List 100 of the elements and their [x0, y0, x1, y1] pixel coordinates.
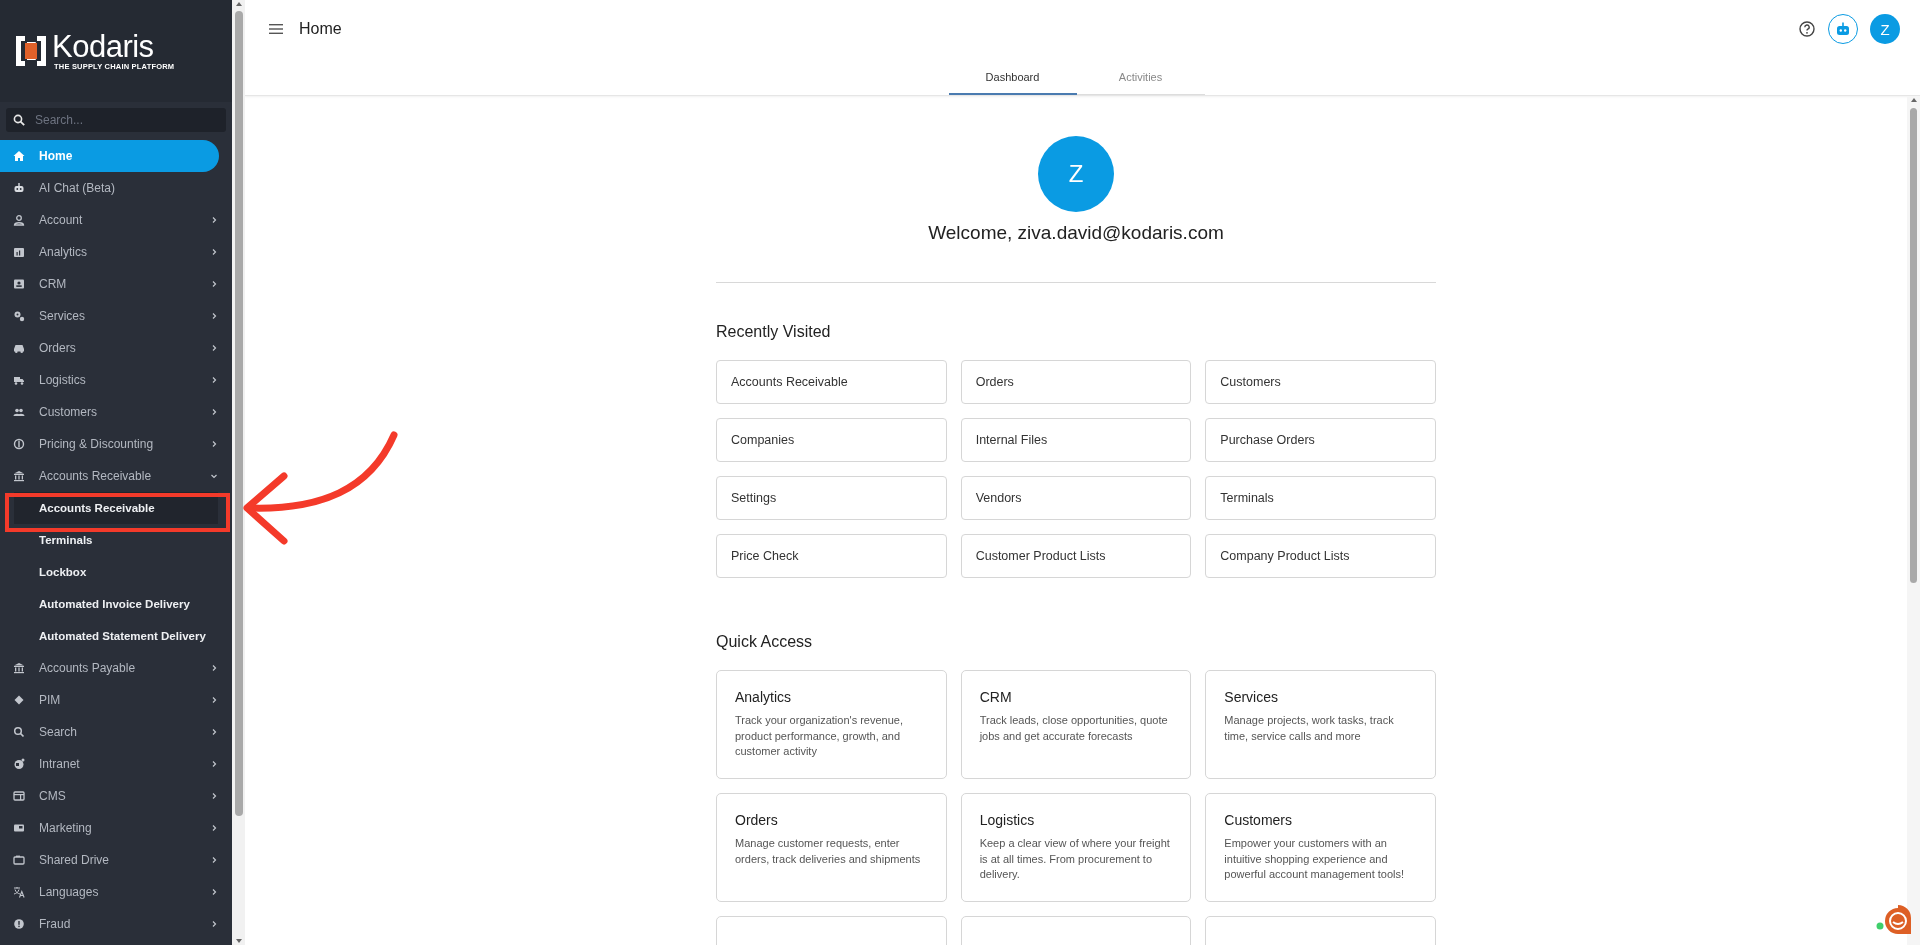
recent-link[interactable]: Settings	[716, 476, 947, 520]
quick-access-card[interactable]: Services Manage projects, work tasks, track time, service calls and more	[1205, 670, 1436, 779]
person-icon	[13, 214, 25, 226]
chevron-right-icon	[210, 408, 218, 416]
chevron-right-icon	[210, 344, 218, 352]
recent-link[interactable]: Terminals	[1205, 476, 1436, 520]
translate-icon	[13, 886, 25, 898]
nav-item[interactable]: Services	[0, 300, 232, 332]
nav-item[interactable]: Orders	[0, 332, 232, 364]
nav-item[interactable]: PIM	[0, 684, 232, 716]
nav-item[interactable]: Logistics	[0, 364, 232, 396]
quick-access-card[interactable]: Logistics Keep a clear view of where your freight is at all times. From procurement to delivery.	[960, 793, 1192, 902]
nav-item[interactable]: Intranet	[0, 748, 232, 780]
chevron-right-icon	[210, 216, 218, 224]
magnifier-icon	[13, 726, 25, 738]
tab[interactable]: Activities	[1076, 58, 1205, 95]
card-description: Track your organization's revenue, product performance, growth, and customer activity	[735, 713, 904, 759]
recent-link[interactable]: Customer Product Lists	[960, 534, 1192, 578]
robot-icon	[13, 182, 25, 194]
nav-item[interactable]: Search	[0, 716, 232, 748]
chevron-right-icon	[210, 248, 218, 256]
chevron-right-icon	[210, 728, 218, 736]
scrollbar-thumb[interactable]	[234, 11, 243, 816]
menu-icon[interactable]	[269, 23, 285, 35]
nav-item[interactable]: Accounts Receivable	[0, 460, 232, 492]
quick-access-card[interactable]: Analytics Track your organization's revenue, product performance, growth, and customer activity	[716, 670, 947, 779]
nav-item[interactable]: Customers	[0, 396, 232, 428]
recent-link[interactable]: Companies	[716, 418, 947, 462]
scrollbar-thumb[interactable]	[1910, 108, 1917, 583]
card-title: Orders	[735, 812, 779, 828]
page-title: Home	[299, 20, 343, 38]
quick-access-card[interactable]: Orders Manage customer requests, enter orders, track deliveries and shipments	[716, 793, 947, 902]
recent-link[interactable]: Vendors	[960, 476, 1192, 520]
recent-link[interactable]: Customers	[1205, 360, 1436, 404]
scroll-down-icon	[234, 937, 243, 945]
recent-link[interactable]: Accounts Receivable	[716, 360, 947, 404]
nav-item[interactable]: Fraud	[0, 908, 232, 940]
card-description: Empower your customers with an intuitive shopping experience and powerful account management tools!	[1224, 836, 1406, 882]
scrollbar[interactable]	[232, 0, 245, 945]
recent-link[interactable]: Price Check	[716, 534, 947, 578]
nav-item[interactable]: Shared Drive	[0, 844, 232, 876]
card-title: Services	[1224, 689, 1279, 705]
nav-subitem[interactable]: Terminals	[0, 524, 218, 556]
user-avatar: Z	[1038, 136, 1114, 212]
nav-item[interactable]: CMS	[0, 780, 232, 812]
nav-item[interactable]: AI Chat (Beta)	[0, 172, 232, 204]
card-title: Logistics	[979, 812, 1036, 828]
quick-access-card[interactable]: CRM Track leads, close opportunities, quote jobs and get accurate forecasts	[960, 670, 1192, 779]
chevron-right-icon	[210, 664, 218, 672]
search-field[interactable]: Search...	[6, 108, 226, 132]
nav-subitem[interactable]: Automated Invoice Delivery	[0, 588, 218, 620]
recent-link[interactable]: Orders	[960, 360, 1192, 404]
nav-item[interactable]: CRM	[0, 268, 232, 300]
card-description: Manage projects, work tasks, track time, service calls and more	[1224, 713, 1395, 744]
chevron-right-icon	[210, 792, 218, 800]
recent-link[interactable]: Purchase Orders	[1205, 418, 1436, 462]
quick-access-card[interactable]: Customers Empower your customers with an intuitive shopping experience and powerful account management tools!	[1205, 793, 1436, 902]
help-icon[interactable]	[1798, 20, 1816, 38]
card-description: Track leads, close opportunities, quote jobs and get accurate forecasts	[979, 713, 1169, 744]
chevron-down-icon	[210, 472, 218, 480]
nav-item[interactable]: Account	[0, 204, 232, 236]
card-title: Customers	[1224, 812, 1293, 828]
logo-icon	[14, 34, 48, 68]
assistant-button[interactable]	[1828, 14, 1858, 44]
billboard-icon	[13, 822, 25, 834]
recent-link[interactable]: Company Product Lists	[1205, 534, 1436, 578]
gears-icon	[13, 310, 25, 322]
home-icon	[13, 150, 25, 162]
chevron-right-icon	[210, 856, 218, 864]
chat-widget-icon[interactable]	[1876, 905, 1911, 934]
logo-name: Kodaris	[52, 31, 155, 62]
chevron-right-icon	[210, 920, 218, 928]
nav-item[interactable]: Marketing	[0, 812, 232, 844]
diamond-icon	[13, 694, 25, 706]
recent-link[interactable]: Internal Files	[960, 418, 1192, 462]
nav-item[interactable]: Analytics	[0, 236, 232, 268]
section-title: Quick Access	[716, 633, 814, 651]
card-title: Analytics	[735, 689, 793, 705]
robot-icon	[1835, 21, 1851, 37]
nav-item[interactable]: Pricing & Discounting	[0, 428, 232, 460]
nav-subitem[interactable]: Lockbox	[0, 556, 218, 588]
welcome-text: Welcome, ziva.david@kodaris.com	[927, 222, 1225, 244]
nav-subitem[interactable]: Automated Statement Delivery	[0, 620, 218, 652]
truck-icon	[13, 374, 25, 386]
nav-item[interactable]: Accounts Payable	[0, 652, 232, 684]
card-title: CRM	[979, 689, 1013, 705]
tab[interactable]: Dashboard	[948, 58, 1077, 95]
nav-item[interactable]: Languages	[0, 876, 232, 908]
chevron-right-icon	[210, 440, 218, 448]
chevron-right-icon	[210, 312, 218, 320]
scrollbar[interactable]	[1907, 96, 1920, 945]
bank-icon	[13, 470, 25, 482]
car-icon	[13, 342, 25, 354]
contact-card-icon	[13, 278, 25, 290]
window-icon	[13, 790, 25, 802]
bar-chart-icon	[13, 246, 25, 258]
folder-icon	[13, 854, 25, 866]
card-description: Manage customer requests, enter orders, track deliveries and shipments	[735, 836, 922, 867]
bank-icon	[13, 662, 25, 674]
coin-icon	[13, 438, 25, 450]
